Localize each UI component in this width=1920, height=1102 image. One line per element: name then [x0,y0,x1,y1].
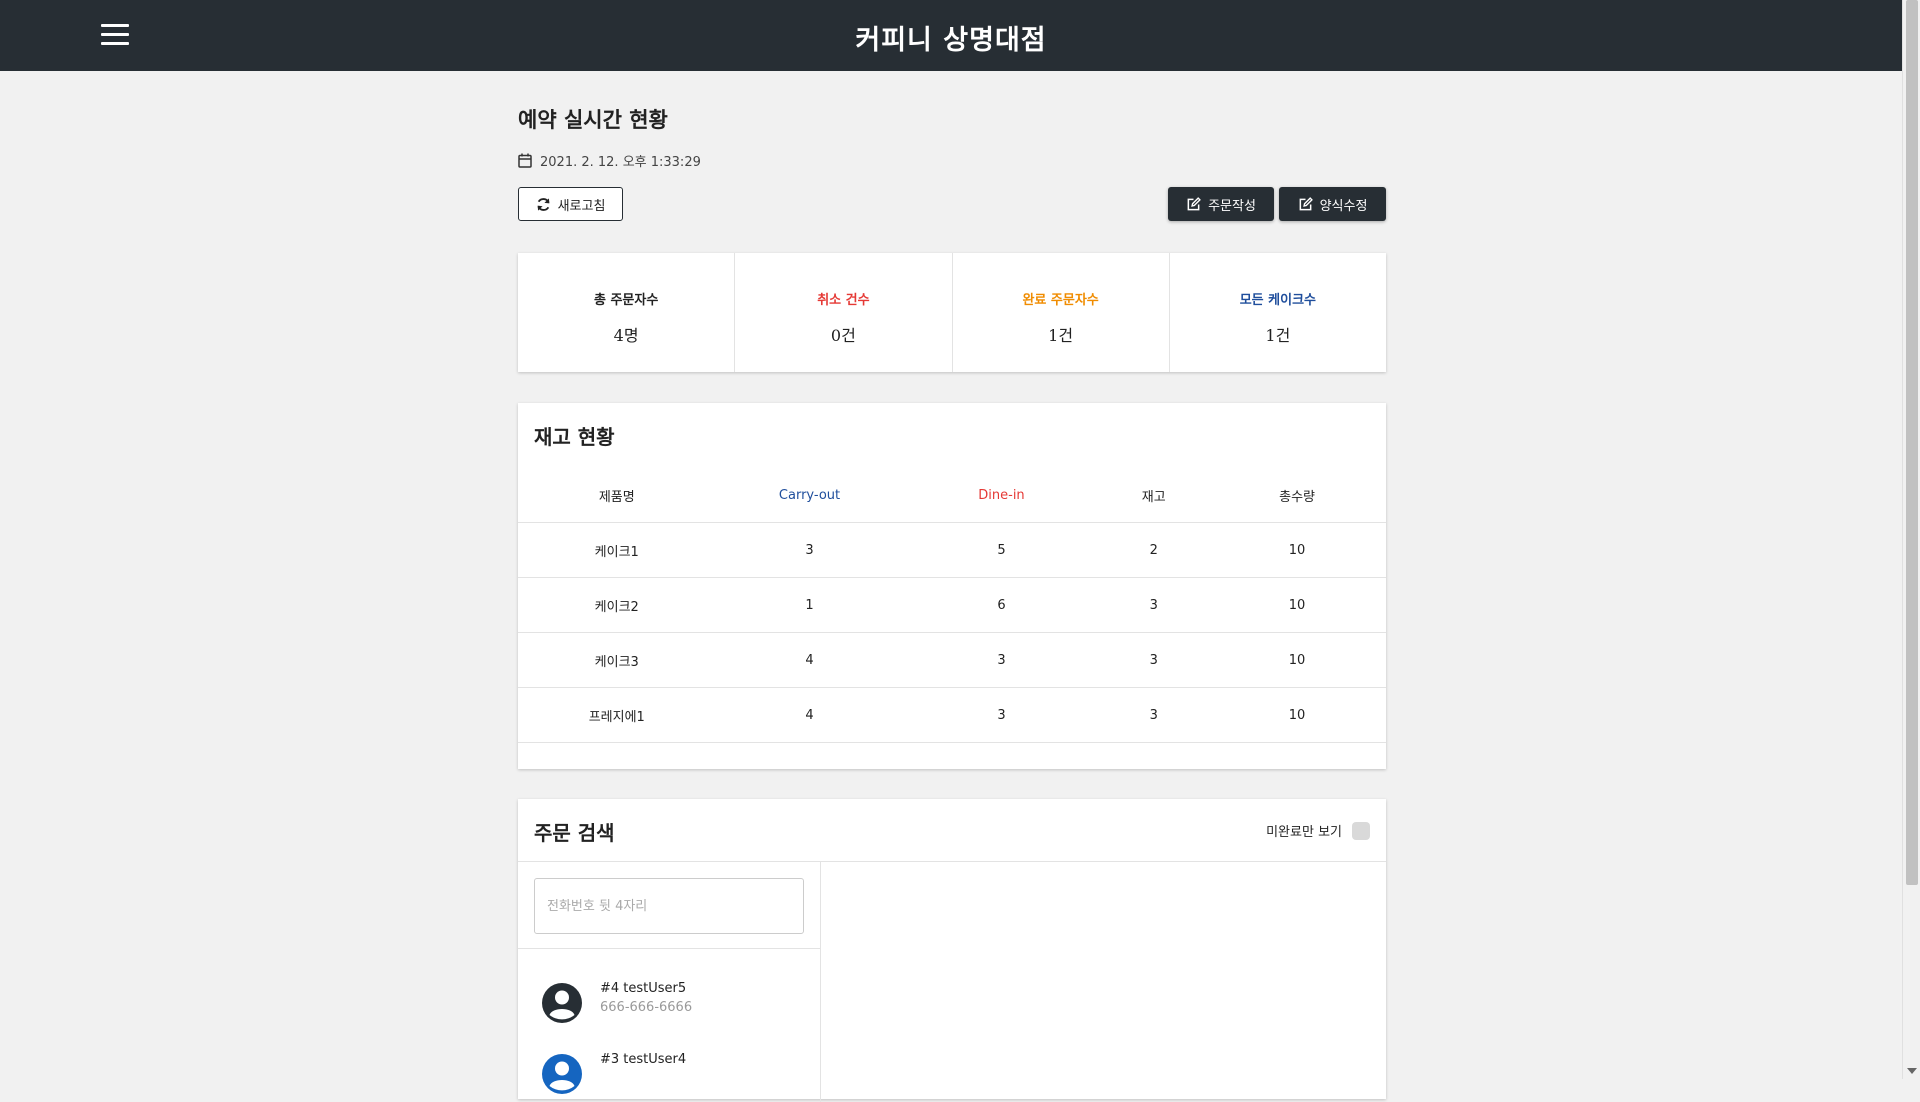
table-cell: 2 [1099,522,1209,578]
column-header: 재고 [1141,489,1166,505]
table-row: 케이크2 1 6 3 10 [518,577,1386,633]
scrollbar-thumb[interactable] [1906,0,1918,885]
order-search-card: 주문 검색 미완료만 보기 #4 testUser5 666-666-6666 … [518,799,1386,1102]
table-cell: 프레지에1 [518,687,716,743]
refresh-button-label: 새로고침 [557,198,606,214]
column-header: 총수량 [1279,489,1315,505]
user-avatar-icon [542,983,582,1023]
refresh-icon [537,197,550,211]
datetime-text: 2021. 2. 12. 오후 1:33:29 [540,155,701,170]
table-cell: 3 [1099,687,1209,743]
table-cell: 케이크3 [518,632,716,688]
divider [518,948,820,949]
edit-icon [1187,196,1201,210]
summary-stats-card: 총 주문자수 4명 취소 건수 0건 완료 주문자수 1건 모든 케이크수 1건 [518,253,1386,372]
top-app-bar: 커피니 상명대점 [0,0,1902,71]
table-cell: 10 [1208,687,1386,743]
write-order-label: 주문작성 [1208,198,1256,214]
list-item[interactable]: #4 testUser5 666-666-6666 [542,978,812,1028]
table-cell: 케이크2 [518,577,716,633]
column-header: Dine-in [978,487,1025,503]
order-list-pane: #4 testUser5 666-666-6666 #3 testUser4 [518,862,821,1102]
stat-label: 완료 주문자수 [1022,293,1099,308]
table-cell: 3 [715,522,904,578]
table-cell: 10 [1208,522,1386,578]
stat-value: 1건 [1265,326,1291,345]
user-phone: 666-666-6666 [600,1000,693,1015]
stat-completed: 완료 주문자수 1건 [953,253,1170,372]
table-cell: 케이크1 [518,522,716,578]
table-row: 케이크1 3 5 2 10 [518,522,1386,578]
table-cell: 3 [903,632,1100,688]
refresh-button[interactable]: 새로고침 [518,187,623,221]
calendar-icon [518,153,532,168]
table-cell: 4 [715,687,904,743]
table-cell: 3 [1099,577,1209,633]
stat-value: 4명 [613,326,639,345]
column-header: Carry-out [778,487,841,503]
table-header-row: 제품명 Carry-out Dine-in 재고 총수량 [518,468,1386,523]
edit-form-button[interactable]: 양식수정 [1279,187,1386,221]
vertical-scrollbar[interactable] [1902,0,1920,1079]
scroll-down-arrow-icon[interactable] [1907,1068,1917,1074]
stat-total-orders: 총 주문자수 4명 [518,253,736,372]
table-cell: 3 [903,687,1100,743]
column-header: 제품명 [598,489,635,505]
inventory-card: 재고 현황 제품명 Carry-out Dine-in 재고 총수량 케이크1 … [518,403,1386,769]
page-title: 예약 실시간 현황 [518,108,668,132]
order-search-title: 주문 검색 [534,821,615,845]
user-name: #3 testUser4 [600,1052,687,1067]
edit-form-label: 양식수정 [1319,198,1368,214]
table-cell: 4 [715,632,904,688]
edit-icon [1299,196,1313,210]
table-row: 케이크3 4 3 3 10 [518,632,1386,688]
table-row: 프레지에1 4 3 3 10 [518,687,1386,743]
inventory-title: 재고 현황 [534,425,615,449]
stat-value: 1건 [1048,326,1074,345]
user-avatar-icon [542,1054,582,1094]
stat-value: 0건 [830,326,856,345]
stat-label: 총 주문자수 [593,293,659,308]
inventory-table: 제품명 Carry-out Dine-in 재고 총수량 케이크1 3 5 2 … [518,468,1386,743]
user-name: #4 testUser5 [600,981,687,996]
phone-search-input[interactable] [534,878,804,934]
pending-only-toggle[interactable]: 미완료만 보기 [1266,821,1370,840]
pending-only-checkbox[interactable] [1352,821,1370,840]
stat-label: 모든 케이크수 [1239,293,1317,308]
table-cell: 10 [1208,577,1386,633]
table-cell: 6 [903,577,1100,633]
table-cell: 3 [1099,632,1209,688]
table-cell: 10 [1208,632,1386,688]
stat-label: 취소 건수 [817,293,870,308]
current-datetime: 2021. 2. 12. 오후 1:33:29 [518,151,701,170]
pending-only-label: 미완료만 보기 [1266,825,1342,840]
table-cell: 5 [903,522,1100,578]
table-cell: 1 [715,577,904,633]
stat-cancelled: 취소 건수 0건 [735,253,953,372]
stat-all-cakes: 모든 케이크수 1건 [1170,253,1386,372]
list-item[interactable]: #3 testUser4 [542,1049,812,1099]
brand-title: 커피니 상명대점 [855,25,1047,56]
write-order-button[interactable]: 주문작성 [1168,187,1274,221]
